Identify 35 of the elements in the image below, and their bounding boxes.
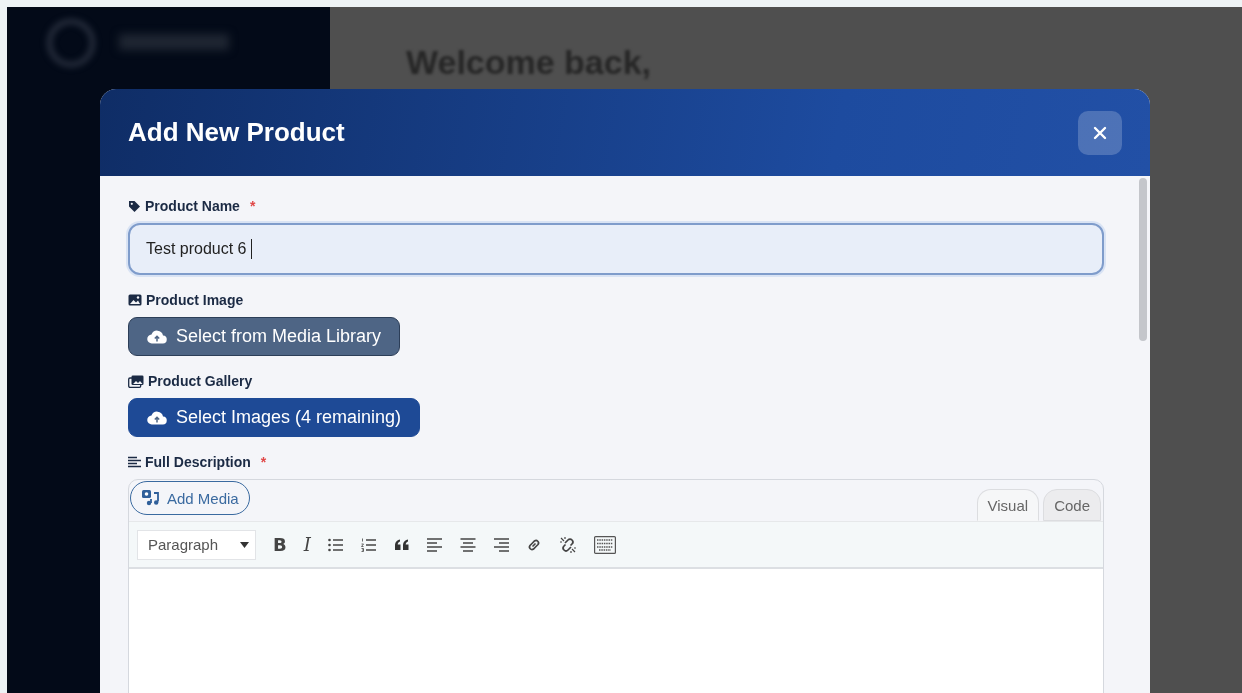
bullet-list-icon[interactable] xyxy=(327,537,344,552)
cloud-upload-icon xyxy=(147,329,167,344)
field-label: Product Name xyxy=(145,198,240,214)
unlink-icon[interactable] xyxy=(558,535,577,554)
modal-title: Add New Product xyxy=(128,117,345,148)
caret-icon xyxy=(240,541,250,548)
required-mark: * xyxy=(260,454,267,470)
add-media-button[interactable]: Add Media xyxy=(130,481,250,515)
format-dropdown[interactable]: Paragraph xyxy=(137,529,257,560)
close-icon xyxy=(1092,124,1108,141)
italic-button[interactable]: I xyxy=(303,534,311,555)
text-cursor xyxy=(250,239,252,259)
align-left-icon xyxy=(128,456,141,468)
close-button[interactable] xyxy=(1078,110,1122,155)
align-center-icon[interactable] xyxy=(459,537,476,552)
field-label: Full Description xyxy=(145,454,251,470)
numbered-list-icon[interactable] xyxy=(360,537,377,552)
upload-button[interactable]: Select Images (4 remaining) xyxy=(128,398,421,437)
image-icon xyxy=(128,294,142,306)
field-label: Product Image xyxy=(146,292,244,308)
bold-button[interactable]: B xyxy=(273,534,287,555)
align-left-icon[interactable] xyxy=(426,537,443,552)
required-mark: * xyxy=(249,198,256,214)
quote-icon[interactable] xyxy=(393,538,410,551)
editor-tab[interactable]: Visual xyxy=(976,489,1040,521)
upload-button[interactable]: Select from Media Library xyxy=(128,317,401,356)
product-name-input[interactable]: Test product 6 xyxy=(128,223,1104,275)
align-right-icon[interactable] xyxy=(492,537,509,552)
editor-tab[interactable]: Code xyxy=(1043,489,1101,521)
tag-icon xyxy=(128,199,141,213)
images-icon xyxy=(128,374,144,388)
cloud-upload-icon xyxy=(147,410,167,425)
keyboard-icon[interactable] xyxy=(593,535,616,554)
media-icon xyxy=(141,489,161,507)
field-label: Product Gallery xyxy=(148,373,253,389)
